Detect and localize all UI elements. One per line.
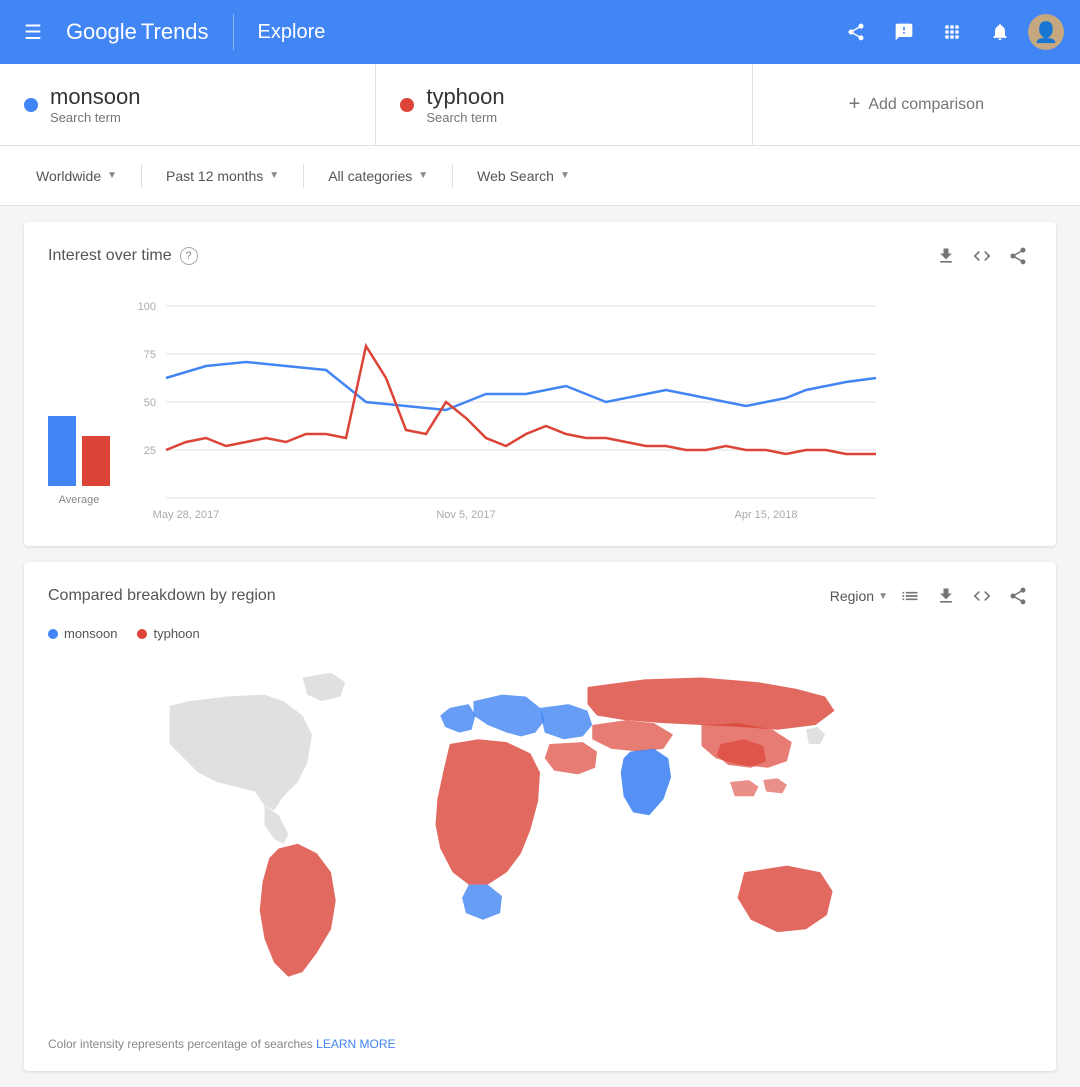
svg-text:50: 50 bbox=[144, 397, 156, 409]
interest-title-group: Interest over time ? bbox=[48, 247, 198, 265]
filter-sep-2 bbox=[303, 164, 304, 188]
typhoon-type: Search term bbox=[426, 110, 504, 125]
svg-text:May 28, 2017: May 28, 2017 bbox=[153, 509, 220, 521]
user-avatar[interactable]: 👤 bbox=[1028, 14, 1064, 50]
map-footer-text: Color intensity represents percentage of… bbox=[48, 1037, 313, 1051]
header-divider bbox=[233, 14, 234, 50]
region-type-dropdown[interactable]: Region ▼ bbox=[830, 588, 888, 604]
region-download-button[interactable] bbox=[932, 582, 960, 610]
legend-typhoon-label: typhoon bbox=[153, 626, 199, 641]
interest-title: Interest over time bbox=[48, 247, 172, 265]
filter-bar: Worldwide ▼ Past 12 months ▼ All categor… bbox=[0, 146, 1080, 206]
add-comparison-label: Add comparison bbox=[868, 96, 984, 114]
app-header: ☰ GoogleTrends Explore 👤 bbox=[0, 0, 1080, 64]
monsoon-name: monsoon bbox=[50, 84, 141, 110]
header-icons: 👤 bbox=[836, 12, 1064, 52]
location-filter[interactable]: Worldwide ▼ bbox=[24, 160, 129, 192]
region-share-button[interactable] bbox=[1004, 582, 1032, 610]
apps-button[interactable] bbox=[932, 12, 972, 52]
monsoon-type: Search term bbox=[50, 110, 141, 125]
categories-label: All categories bbox=[328, 168, 412, 184]
interest-download-button[interactable] bbox=[932, 242, 960, 270]
chart-container: Average 100 75 50 25 bbox=[48, 286, 1032, 526]
search-type-arrow-icon: ▼ bbox=[560, 170, 570, 181]
time-label: Past 12 months bbox=[166, 168, 263, 184]
time-filter[interactable]: Past 12 months ▼ bbox=[154, 160, 291, 192]
add-comparison-button[interactable]: + Add comparison bbox=[753, 64, 1080, 145]
svg-text:100: 100 bbox=[138, 301, 156, 313]
time-arrow-icon: ▼ bbox=[269, 170, 279, 181]
interest-card-actions bbox=[932, 242, 1032, 270]
interest-embed-button[interactable] bbox=[968, 242, 996, 270]
app-logo: GoogleTrends bbox=[66, 19, 209, 45]
typhoon-avg-bar bbox=[82, 436, 110, 486]
chart-average-section: Average bbox=[48, 406, 110, 526]
monsoon-info: monsoon Search term bbox=[50, 84, 141, 125]
search-term-typhoon[interactable]: typhoon Search term bbox=[376, 64, 752, 145]
interest-over-time-card: Interest over time ? bbox=[24, 222, 1056, 546]
svg-text:25: 25 bbox=[144, 445, 156, 457]
legend-monsoon-dot bbox=[48, 629, 58, 639]
typhoon-dot bbox=[400, 98, 414, 112]
average-bars bbox=[48, 406, 110, 486]
categories-arrow-icon: ▼ bbox=[418, 170, 428, 181]
line-chart: 100 75 50 25 May 28, 2017 Nov 5, 2017 bbox=[126, 286, 1032, 526]
explore-label: Explore bbox=[258, 21, 326, 44]
search-type-label: Web Search bbox=[477, 168, 554, 184]
svg-text:Apr 15, 2018: Apr 15, 2018 bbox=[735, 509, 798, 521]
categories-filter[interactable]: All categories ▼ bbox=[316, 160, 440, 192]
map-footer: Color intensity represents percentage of… bbox=[48, 1037, 1032, 1051]
region-title: Compared breakdown by region bbox=[48, 587, 276, 605]
filter-sep-1 bbox=[141, 164, 142, 188]
search-term-monsoon[interactable]: monsoon Search term bbox=[0, 64, 376, 145]
world-map bbox=[48, 649, 1032, 1029]
region-card-header: Compared breakdown by region Region ▼ bbox=[48, 582, 1032, 610]
typhoon-name: typhoon bbox=[426, 84, 504, 110]
region-breakdown-card: Compared breakdown by region Region ▼ bbox=[24, 562, 1056, 1071]
logo-google-text: Google bbox=[66, 19, 137, 45]
region-arrow-icon: ▼ bbox=[878, 591, 888, 602]
region-legend: monsoon typhoon bbox=[48, 626, 1032, 641]
filter-sep-3 bbox=[452, 164, 453, 188]
legend-typhoon: typhoon bbox=[137, 626, 199, 641]
learn-more-link[interactable]: LEARN MORE bbox=[316, 1037, 395, 1051]
share-button[interactable] bbox=[836, 12, 876, 52]
location-label: Worldwide bbox=[36, 168, 101, 184]
monsoon-avg-bar bbox=[48, 416, 76, 486]
feedback-button[interactable] bbox=[884, 12, 924, 52]
notifications-button[interactable] bbox=[980, 12, 1020, 52]
svg-text:75: 75 bbox=[144, 349, 156, 361]
search-type-filter[interactable]: Web Search ▼ bbox=[465, 160, 582, 192]
region-list-view-button[interactable] bbox=[896, 582, 924, 610]
search-bar: monsoon Search term typhoon Search term … bbox=[0, 64, 1080, 146]
legend-typhoon-dot bbox=[137, 629, 147, 639]
interest-help-icon[interactable]: ? bbox=[180, 247, 198, 265]
svg-text:Nov 5, 2017: Nov 5, 2017 bbox=[436, 509, 495, 521]
monsoon-dot bbox=[24, 98, 38, 112]
main-content: Interest over time ? bbox=[0, 206, 1080, 1087]
region-header-actions: Region ▼ bbox=[830, 582, 1032, 610]
region-type-label: Region bbox=[830, 588, 874, 604]
interest-card-header: Interest over time ? bbox=[48, 242, 1032, 270]
legend-monsoon: monsoon bbox=[48, 626, 117, 641]
logo-trends-text: Trends bbox=[141, 19, 209, 45]
interest-share-button[interactable] bbox=[1004, 242, 1032, 270]
typhoon-info: typhoon Search term bbox=[426, 84, 504, 125]
legend-monsoon-label: monsoon bbox=[64, 626, 117, 641]
region-embed-button[interactable] bbox=[968, 582, 996, 610]
menu-icon[interactable]: ☰ bbox=[16, 12, 50, 53]
average-label: Average bbox=[59, 494, 100, 506]
location-arrow-icon: ▼ bbox=[107, 170, 117, 181]
plus-icon: + bbox=[849, 93, 861, 116]
